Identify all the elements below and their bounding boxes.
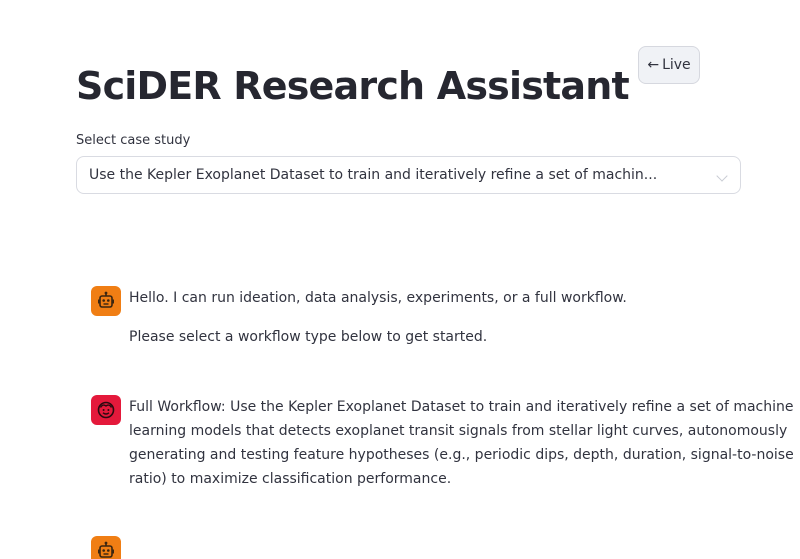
robot-icon [98, 541, 114, 558]
case-study-select[interactable]: Use the Kepler Exoplanet Dataset to trai… [76, 156, 741, 194]
user-message-line: learning models that detects exoplanet t… [129, 423, 788, 439]
live-button[interactable]: ← Live [638, 46, 700, 84]
assistant-avatar [91, 536, 121, 559]
arrow-left-icon: ← [647, 57, 660, 73]
live-button-label: Live [662, 57, 691, 73]
user-message-line: generating and testing feature hypothese… [129, 447, 794, 463]
assistant-message-text: Hello. I can run ideation, data analysis… [129, 290, 627, 306]
assistant-avatar [91, 286, 121, 316]
user-message-line: ratio) to maximize classification perfor… [129, 471, 452, 487]
case-study-label: Select case study [76, 133, 191, 148]
user-message-line: Full Workflow: Use the Kepler Exoplanet … [129, 399, 794, 415]
case-study-selected-value: Use the Kepler Exoplanet Dataset to trai… [89, 167, 658, 183]
smiley-face-icon [97, 401, 115, 419]
page-title: SciDER Research Assistant [76, 64, 630, 108]
user-avatar [91, 395, 121, 425]
robot-icon [98, 291, 114, 308]
user-message-text: Full Workflow: Use the Kepler Exoplanet … [129, 395, 794, 491]
assistant-message-text: Please select a workflow type below to g… [129, 329, 488, 345]
chevron-down-icon [716, 170, 728, 182]
